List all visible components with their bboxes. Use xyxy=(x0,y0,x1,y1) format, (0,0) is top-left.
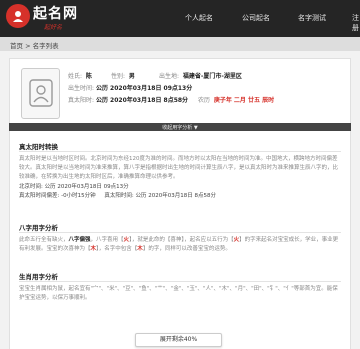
true-solar-description: 真太阳时是以当地时区时间。北京时间为东经120度为准的时间。而地方时以太阳在当地… xyxy=(19,156,339,180)
time-offset-row: 真太阳时间偏差: -0小时15分钟 真太阳时间: 公历 2020年03月18日 … xyxy=(19,193,216,199)
user-icon xyxy=(29,79,53,107)
birthplace-value: 福建省-厦门市-湖里区 xyxy=(182,73,242,80)
logo-icon[interactable] xyxy=(6,4,30,28)
nav-company-naming[interactable]: 公司起名 xyxy=(242,13,270,23)
section-title-zodiac: 生肖用字分析 xyxy=(19,273,58,281)
section-divider xyxy=(19,151,341,152)
breadcrumb-bar: 首页 > 名字列表 xyxy=(0,37,360,51)
gender-info: 性别: 男 xyxy=(111,73,135,80)
surname-info: 姓氏: 陈 xyxy=(68,73,92,80)
birth-time-value: 公历 2020年03月18日 09点13分 xyxy=(95,85,193,92)
birth-time-info: 出生时间: 公历 2020年03月18日 09点13分 xyxy=(68,85,193,92)
true-solar-time-info: 真太阳时: 公历 2020年03月18日 8点58分 xyxy=(68,97,189,104)
avatar xyxy=(21,68,60,119)
section-title-bazi: 八字用字分析 xyxy=(19,224,58,232)
nav-personal-naming[interactable]: 个人起名 xyxy=(185,13,213,23)
beijing-time-row: 北京时间: 公历 2020年03月18日 09点13分 xyxy=(19,184,129,190)
true-solar-time-value: 公历 2020年03月18日 8点58分 xyxy=(95,97,189,104)
lunar-value: 庚子年 二月 廿五 辰时 xyxy=(213,97,275,104)
bazi-analysis-text: 此命五行全有缺火，八字偏强，八字喜用【火】，就是此命的【喜神】，起名应以五行为【… xyxy=(19,237,339,252)
section-divider xyxy=(19,232,341,233)
section-title-true-solar: 真太阳时转换 xyxy=(19,143,58,151)
collapse-analysis-label: 收起用字分析 ▼ xyxy=(162,125,198,131)
result-card: 姓氏: 陈 性别: 男 出生地: 福建省-厦门市-湖里区 出生时间: 公历 20… xyxy=(9,58,351,349)
logo-title[interactable]: 起名网 xyxy=(33,3,78,23)
nav-register[interactable]: 注册 xyxy=(352,13,360,33)
breadcrumb[interactable]: 首页 > 名字列表 xyxy=(10,40,59,50)
expand-remaining-button[interactable]: 展开剩余40% xyxy=(135,333,222,347)
section-divider xyxy=(19,281,341,282)
surname-value: 陈 xyxy=(85,73,92,80)
gender-value: 男 xyxy=(128,73,135,80)
zodiac-analysis-text: 宝宝生肖属相为鼠，起名宜有"宀"、"米"、"豆"、"鱼"、"艹"、"金"、"玉"… xyxy=(19,286,338,301)
nav-name-test[interactable]: 名字测试 xyxy=(298,13,326,23)
birthplace-info: 出生地: 福建省-厦门市-湖里区 xyxy=(159,73,242,80)
top-header: 起名网 起好名 个人起名 公司起名 名字测试 注册 xyxy=(0,0,360,37)
collapse-analysis-bar[interactable]: 收起用字分析 ▼ xyxy=(9,123,351,131)
lunar-info: 农历 庚子年 二月 廿五 辰时 xyxy=(198,97,275,104)
logo-subtitle: 起好名 xyxy=(44,24,63,31)
